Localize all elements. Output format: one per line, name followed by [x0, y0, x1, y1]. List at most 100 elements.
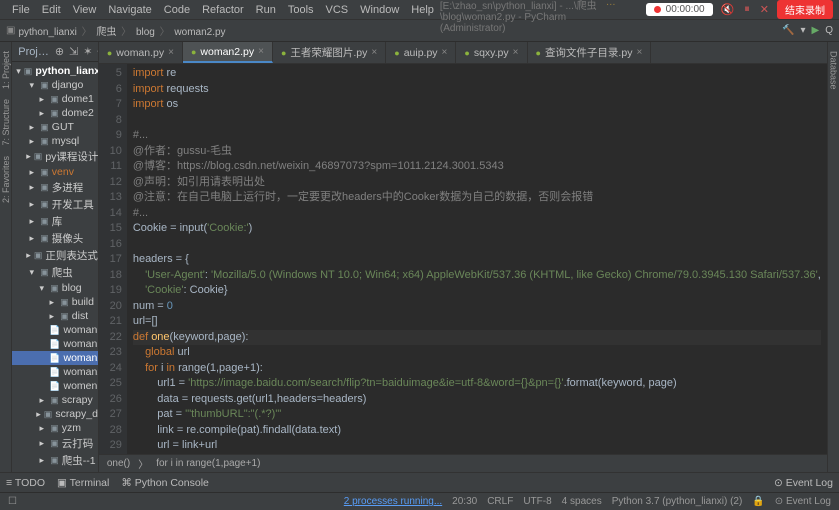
- tree-item[interactable]: ▸▣开发工具: [12, 196, 98, 213]
- python-file-icon: ●: [107, 48, 112, 58]
- tree-item[interactable]: ▸▣build: [12, 295, 98, 309]
- run-icon[interactable]: ▶: [812, 25, 820, 36]
- event-log-button[interactable]: ⊙ Event Log: [775, 496, 831, 507]
- tree-item[interactable]: ▸▣scrapy_data: [12, 407, 98, 421]
- python-file-icon: ●: [394, 48, 399, 58]
- python-file-icon: ●: [191, 47, 196, 57]
- menu-tools[interactable]: Tools: [282, 2, 320, 18]
- menu-file[interactable]: File: [6, 2, 36, 18]
- menu-vcs[interactable]: VCS: [320, 2, 355, 18]
- menu-view[interactable]: View: [67, 2, 103, 18]
- tool-2-favorites[interactable]: 2: Favorites: [1, 151, 11, 208]
- menu-refactor[interactable]: Refactor: [196, 2, 250, 18]
- record-dot-icon: [654, 6, 661, 13]
- expand-icon[interactable]: ⊕: [55, 45, 64, 58]
- status-indent[interactable]: 4 spaces: [562, 496, 602, 507]
- python-file-icon: ●: [281, 48, 286, 58]
- tree-item[interactable]: ▸▣正则表达式: [12, 247, 98, 264]
- close-tab-icon[interactable]: ×: [168, 47, 174, 58]
- close-recorder-icon[interactable]: ✕: [758, 3, 771, 16]
- bottom-tool--python-console[interactable]: ⌘ Python Console: [121, 477, 209, 489]
- tree-item[interactable]: ▸▣多进程: [12, 179, 98, 196]
- tree-item[interactable]: ▾▣blog: [12, 281, 98, 295]
- tree-item[interactable]: ▸▣爬虫--1: [12, 452, 98, 469]
- stop-recording-button[interactable]: 结束录制: [777, 0, 833, 19]
- tree-item[interactable]: ▸▣venv: [12, 165, 98, 179]
- settings-icon[interactable]: ✶: [83, 45, 92, 58]
- editor-tab[interactable]: ●sqxy.py×: [456, 42, 527, 63]
- status-interpreter[interactable]: Python 3.7 (python_lianxi) (2): [612, 496, 743, 507]
- menu-window[interactable]: Window: [354, 2, 405, 18]
- tree-item[interactable]: ▸▣爬虫--2: [12, 469, 98, 472]
- status-message-icon[interactable]: ☐: [8, 496, 17, 507]
- event-log-hint[interactable]: ⊙ Event Log: [774, 477, 833, 489]
- tree-item[interactable]: 📄woman.py 20/: [12, 323, 98, 337]
- tree-item[interactable]: ▾▣爬虫: [12, 264, 98, 281]
- menu-code[interactable]: Code: [158, 2, 196, 18]
- editor-tab[interactable]: ●auip.py×: [386, 42, 456, 63]
- editor-tabs: ●woman.py×●woman2.py×●王者荣耀图片.py×●auip.py…: [99, 42, 827, 64]
- line-gutter: 5678910111213141516171819202122232425262…: [99, 64, 127, 454]
- project-tree[interactable]: ▾▣python_lianxi E:\zhao_s▾▣django▸▣dome1…: [12, 62, 98, 472]
- menu-edit[interactable]: Edit: [36, 2, 67, 18]
- status-eol[interactable]: CRLF: [487, 496, 513, 507]
- close-tab-icon[interactable]: ×: [371, 47, 377, 58]
- breadcrumb[interactable]: python_lianxi 〉 爬虫 〉 blog 〉 woman2.py: [18, 23, 227, 38]
- tool-1-project[interactable]: 1: Project: [1, 46, 11, 94]
- tree-item[interactable]: ▸▣py课程设计: [12, 148, 98, 165]
- status-bar: ☐ 2 processes running... 20:30 CRLF UTF-…: [0, 492, 839, 510]
- bottom-tool-buttons: ≡ TODO ▣ Terminal ⌘ Python Console ⊙ Event …: [0, 472, 839, 492]
- more-icon[interactable]: Q: [825, 25, 833, 36]
- tree-item[interactable]: ▸▣云打码: [12, 435, 98, 452]
- editor-tab[interactable]: ●woman2.py×: [183, 42, 273, 63]
- main-menu: FileEditViewNavigateCodeRefactorRunTools…: [6, 2, 440, 18]
- sidebar-title: Proj…: [18, 46, 49, 58]
- close-tab-icon[interactable]: ×: [636, 47, 642, 58]
- tool-7-structure[interactable]: 7: Structure: [1, 94, 11, 151]
- status-encoding[interactable]: UTF-8: [523, 496, 551, 507]
- code-breadcrumb[interactable]: one()〉for i in range(1,page+1): [99, 454, 827, 472]
- pause-recording-icon[interactable]: ⏸: [742, 3, 752, 16]
- tree-item[interactable]: ▸▣GUT: [12, 120, 98, 134]
- run-config-dropdown[interactable]: ▾: [800, 25, 805, 36]
- tree-item[interactable]: ▸▣dome2: [12, 106, 98, 120]
- bottom-tool--terminal[interactable]: ▣ Terminal: [57, 477, 109, 489]
- recording-timer: 00:00:00: [646, 3, 713, 16]
- editor-area: ●woman.py×●woman2.py×●王者荣耀图片.py×●auip.py…: [99, 42, 827, 472]
- collapse-icon[interactable]: ⇲: [69, 45, 78, 58]
- menu-navigate[interactable]: Navigate: [102, 2, 157, 18]
- tree-item[interactable]: ▸▣库: [12, 213, 98, 230]
- tree-item[interactable]: ▾▣django: [12, 78, 98, 92]
- tree-item[interactable]: 📄woman.spec: [12, 337, 98, 351]
- left-tool-strip: 1: Project7: Structure2: Favorites: [0, 42, 12, 472]
- tree-item[interactable]: ▸▣yzm: [12, 421, 98, 435]
- folder-icon: ▣: [6, 25, 15, 36]
- code-editor[interactable]: import reimport requestsimport os#...@作者…: [127, 64, 827, 454]
- tree-item[interactable]: ▸▣dist: [12, 309, 98, 323]
- tree-item[interactable]: 📄women.spec: [12, 379, 98, 393]
- tree-item[interactable]: ▸▣摄像头: [12, 230, 98, 247]
- screen-recorder-panel: 00:00:00 🔇 ⏸ ✕ 结束录制: [646, 0, 833, 19]
- tree-item[interactable]: 📄woman2.py /21 20: [12, 351, 98, 365]
- tree-item[interactable]: ▸▣mysql: [12, 134, 98, 148]
- status-readonly-icon[interactable]: 🔒: [752, 496, 764, 507]
- menu-help[interactable]: Help: [405, 2, 440, 18]
- close-tab-icon[interactable]: ×: [513, 47, 519, 58]
- close-tab-icon[interactable]: ×: [442, 47, 448, 58]
- tree-item[interactable]: ▸▣scrapy: [12, 393, 98, 407]
- database-tool-button[interactable]: Database: [828, 46, 838, 95]
- editor-tab[interactable]: ●woman.py×: [99, 42, 183, 63]
- mute-icon[interactable]: 🔇: [719, 3, 737, 16]
- tree-item[interactable]: ▸▣dome1: [12, 92, 98, 106]
- breadcrumb-bar: ▣ python_lianxi 〉 爬虫 〉 blog 〉 woman2.py …: [0, 20, 839, 42]
- bottom-tool--todo[interactable]: ≡ TODO: [6, 477, 45, 489]
- editor-tab[interactable]: ●查询文件子目录.py×: [528, 42, 652, 63]
- python-file-icon: ●: [536, 48, 541, 58]
- toolbar-right: 🔨 ▾ ▶ Q: [782, 25, 833, 36]
- close-tab-icon[interactable]: ×: [258, 46, 264, 57]
- tree-item[interactable]: 📄woman2.spec: [12, 365, 98, 379]
- editor-tab[interactable]: ●王者荣耀图片.py×: [273, 42, 386, 63]
- menu-run[interactable]: Run: [250, 2, 282, 18]
- status-processes[interactable]: 2 processes running...: [344, 496, 442, 507]
- build-icon[interactable]: 🔨: [782, 25, 794, 36]
